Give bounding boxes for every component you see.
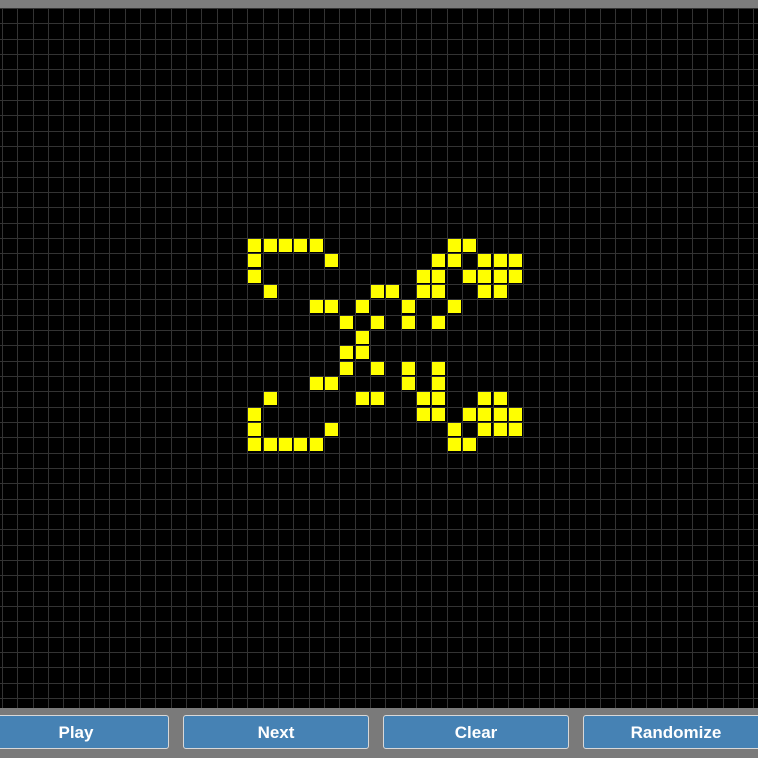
live-cell[interactable]	[371, 392, 384, 405]
live-cell[interactable]	[371, 362, 384, 375]
live-cell[interactable]	[402, 316, 415, 329]
live-cell[interactable]	[463, 270, 476, 283]
live-cell[interactable]	[417, 392, 430, 405]
live-cell[interactable]	[494, 254, 507, 267]
live-cell[interactable]	[340, 346, 353, 359]
control-bar: Play Next Clear Randomize	[0, 708, 758, 758]
live-cell[interactable]	[340, 362, 353, 375]
live-cell[interactable]	[509, 254, 522, 267]
live-cell[interactable]	[310, 438, 323, 451]
live-cell[interactable]	[356, 331, 369, 344]
live-cell[interactable]	[248, 270, 261, 283]
live-cell[interactable]	[325, 300, 338, 313]
live-cell[interactable]	[264, 392, 277, 405]
live-cell[interactable]	[248, 423, 261, 436]
live-cell[interactable]	[432, 408, 445, 421]
live-cell[interactable]	[448, 423, 461, 436]
live-cell[interactable]	[494, 423, 507, 436]
live-cell[interactable]	[463, 408, 476, 421]
live-cell[interactable]	[509, 270, 522, 283]
clear-button[interactable]: Clear	[383, 715, 569, 749]
live-cell[interactable]	[432, 377, 445, 390]
board-background	[0, 8, 758, 708]
live-cell[interactable]	[509, 408, 522, 421]
live-cell[interactable]	[371, 316, 384, 329]
live-cell[interactable]	[248, 239, 261, 252]
live-cell[interactable]	[478, 408, 491, 421]
live-cell[interactable]	[310, 300, 323, 313]
live-cell[interactable]	[294, 438, 307, 451]
live-cell[interactable]	[371, 285, 384, 298]
live-cell[interactable]	[279, 239, 292, 252]
live-cell[interactable]	[494, 270, 507, 283]
live-cell[interactable]	[478, 285, 491, 298]
live-cell[interactable]	[432, 316, 445, 329]
live-cell[interactable]	[310, 377, 323, 390]
live-cell[interactable]	[448, 438, 461, 451]
live-cell[interactable]	[463, 239, 476, 252]
play-button[interactable]: Play	[0, 715, 169, 749]
live-cell[interactable]	[417, 408, 430, 421]
live-cell[interactable]	[402, 377, 415, 390]
live-cell[interactable]	[279, 438, 292, 451]
live-cell[interactable]	[448, 254, 461, 267]
live-cell[interactable]	[432, 270, 445, 283]
live-cell[interactable]	[448, 300, 461, 313]
live-cell[interactable]	[494, 392, 507, 405]
live-cell[interactable]	[417, 285, 430, 298]
live-cell[interactable]	[325, 377, 338, 390]
randomize-button[interactable]: Randomize	[583, 715, 758, 749]
live-cell[interactable]	[494, 408, 507, 421]
live-cell[interactable]	[356, 346, 369, 359]
live-cell[interactable]	[340, 316, 353, 329]
live-cell[interactable]	[356, 392, 369, 405]
live-cell[interactable]	[478, 254, 491, 267]
live-cell[interactable]	[264, 285, 277, 298]
live-cell[interactable]	[432, 362, 445, 375]
cell-grid[interactable]	[0, 8, 758, 708]
live-cell[interactable]	[463, 438, 476, 451]
live-cell[interactable]	[325, 254, 338, 267]
top-border	[0, 0, 758, 8]
live-cell[interactable]	[264, 438, 277, 451]
live-cell[interactable]	[294, 239, 307, 252]
live-cell[interactable]	[325, 423, 338, 436]
live-cell[interactable]	[432, 392, 445, 405]
live-cell[interactable]	[432, 285, 445, 298]
live-cell[interactable]	[402, 362, 415, 375]
live-cell[interactable]	[386, 285, 399, 298]
live-cell[interactable]	[478, 270, 491, 283]
next-button[interactable]: Next	[183, 715, 369, 749]
live-cell[interactable]	[509, 423, 522, 436]
live-cell[interactable]	[310, 239, 323, 252]
live-cell[interactable]	[248, 254, 261, 267]
live-cell[interactable]	[448, 239, 461, 252]
live-cell[interactable]	[356, 300, 369, 313]
live-cell[interactable]	[248, 408, 261, 421]
live-cell[interactable]	[494, 285, 507, 298]
live-cell[interactable]	[248, 438, 261, 451]
live-cell[interactable]	[478, 423, 491, 436]
game-board[interactable]	[0, 8, 758, 708]
live-cell[interactable]	[432, 254, 445, 267]
live-cell[interactable]	[264, 239, 277, 252]
live-cell[interactable]	[478, 392, 491, 405]
live-cell[interactable]	[417, 270, 430, 283]
live-cell[interactable]	[402, 300, 415, 313]
